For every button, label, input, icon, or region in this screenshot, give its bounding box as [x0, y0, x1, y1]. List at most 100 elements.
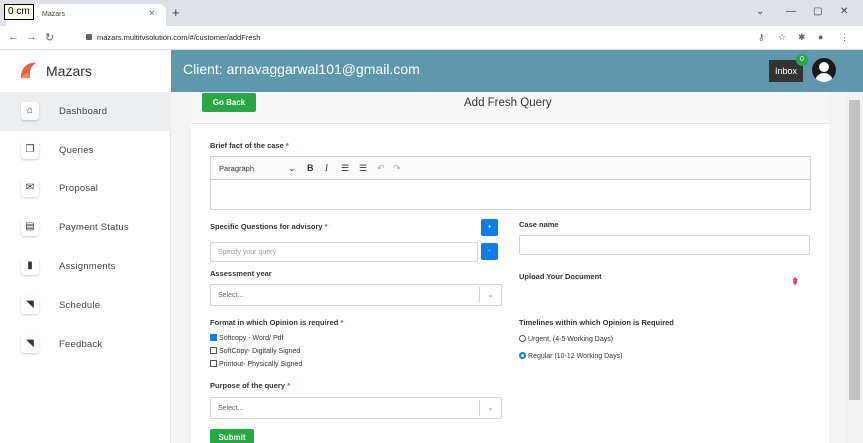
- sidebar-item-label: Feedback: [59, 339, 103, 350]
- sidebar-item-label: Proposal: [59, 183, 99, 194]
- timeline-option-regular[interactable]: Regular (10-12 Working Days): [519, 352, 622, 360]
- radio-selected[interactable]: [519, 352, 526, 359]
- avatar[interactable]: [812, 58, 836, 82]
- assessment-label: Assessment year: [210, 269, 272, 278]
- format-option-digital[interactable]: SoftCopy- Digitally Signed: [210, 347, 300, 355]
- timelines-label: Timelines within which Opinion is Requir…: [519, 318, 674, 327]
- numbered-list-icon[interactable]: ☰: [359, 163, 367, 174]
- radio[interactable]: [519, 335, 526, 342]
- block-style-select[interactable]: Paragraph: [219, 164, 254, 173]
- purpose-label-text: Purpose of the query: [210, 381, 286, 390]
- sidebar-item-dashboard[interactable]: ⌂ Dashboard: [0, 92, 171, 131]
- assessment-select[interactable]: Select... ⌄: [210, 284, 502, 306]
- checkbox[interactable]: [210, 347, 217, 354]
- upload-icon[interactable]: ⇞: [791, 277, 799, 288]
- checkbox[interactable]: [210, 360, 217, 367]
- remove-question-button[interactable]: -: [481, 243, 498, 260]
- tab-search-icon[interactable]: ⌄: [756, 6, 764, 17]
- sidebar-item-payment-status[interactable]: ▤ Payment Status: [0, 208, 171, 247]
- lock-icon: [86, 34, 92, 40]
- inbox-count-badge: 0: [796, 54, 808, 66]
- required-mark: *: [324, 222, 328, 231]
- questions-label: Specific Questions for advisory *: [210, 222, 328, 231]
- tab-close-icon[interactable]: ×: [149, 8, 155, 19]
- page-scrollbar[interactable]: [846, 92, 863, 443]
- editor-toolbar: Paragraph ⌄ B I ☰ ☰ ↶ ↷: [211, 157, 810, 180]
- italic-icon[interactable]: I: [325, 163, 328, 173]
- go-back-button[interactable]: Go Back: [202, 93, 256, 112]
- upload-label: Upload Your Document: [519, 272, 602, 281]
- home-icon: ⌂: [21, 102, 39, 120]
- brand[interactable]: Mazars: [0, 50, 171, 92]
- add-query-card: Go Back Add Fresh Query Brief fact of th…: [191, 92, 829, 443]
- mazars-logo-icon: [20, 62, 37, 79]
- sidebar-item-label: Assignments: [59, 261, 116, 272]
- client-email: Client: arnavaggarwal101@gmail.com: [183, 61, 420, 77]
- star-icon[interactable]: ☆: [778, 32, 786, 43]
- url-field[interactable]: mazars.multitvsolution.com/#/customer/ad…: [97, 33, 260, 42]
- file-solid-icon: ▮: [21, 257, 39, 275]
- ruler-label: 0 cm: [4, 4, 34, 20]
- format-option-printout[interactable]: Printout- Physically Signed: [210, 360, 302, 368]
- restore-button[interactable]: ▢: [813, 6, 822, 17]
- brief-editor[interactable]: Paragraph ⌄ B I ☰ ☰ ↶ ↷: [210, 156, 811, 210]
- menu-dots-icon[interactable]: ⋮: [840, 32, 849, 43]
- sidebar-item-queries[interactable]: ❐ Queries: [0, 131, 171, 170]
- file-icon: ▤: [21, 218, 39, 236]
- page-title: Add Fresh Query: [464, 97, 552, 109]
- profile-icon[interactable]: ●: [818, 32, 823, 42]
- purpose-select[interactable]: Select... ⌄: [210, 397, 502, 419]
- back-arrow-icon[interactable]: ←: [8, 31, 19, 43]
- scrollbar-thumb[interactable]: [849, 100, 860, 400]
- sidebar-item-assignments[interactable]: ▮ Assignments: [0, 247, 171, 286]
- timeline-option-label: Urgent, (4-5 Working Days): [528, 336, 614, 343]
- sidebar-item-label: Payment Status: [59, 222, 129, 233]
- question-input[interactable]: Specify your query: [210, 242, 478, 262]
- format-option-label: Printout- Physically Signed: [219, 361, 303, 368]
- timeline-option-label: Regular (10-12 Working Days): [528, 353, 623, 360]
- submit-button[interactable]: Submit: [210, 429, 254, 443]
- user-icon: [819, 62, 829, 72]
- bold-icon[interactable]: B: [307, 163, 314, 173]
- sidebar-item-schedule[interactable]: ◥ Schedule: [0, 286, 171, 325]
- required-mark: *: [285, 141, 289, 150]
- tab-title: Mazars: [42, 11, 65, 18]
- required-mark: *: [287, 381, 291, 390]
- sidebar-item-label: Schedule: [59, 300, 101, 311]
- chevron-down-icon: ⌄: [479, 400, 501, 416]
- sidebar-item-label: Dashboard: [59, 106, 108, 117]
- add-question-button[interactable]: +: [481, 219, 498, 236]
- minimize-button[interactable]: —: [786, 6, 796, 17]
- timeline-option-urgent[interactable]: Urgent, (4-5 Working Days): [519, 335, 613, 343]
- redo-icon[interactable]: ↷: [393, 163, 401, 174]
- chevron-down-icon: ⌄: [479, 287, 501, 303]
- envelope-icon: ✉: [21, 179, 39, 197]
- bullet-list-icon[interactable]: ☰: [341, 163, 349, 174]
- card-header: Go Back Add Fresh Query: [191, 92, 829, 124]
- sidebar-item-feedback[interactable]: ◥ Feedback: [0, 325, 171, 364]
- reload-icon[interactable]: ↻: [45, 31, 54, 44]
- forward-arrow-icon[interactable]: →: [26, 31, 37, 43]
- key-icon[interactable]: ⚷: [758, 32, 765, 43]
- extensions-icon[interactable]: ✱: [798, 32, 806, 43]
- rss-icon: ◥: [21, 335, 39, 353]
- sidebar-item-label: Queries: [59, 145, 94, 156]
- close-window-button[interactable]: ✕: [840, 6, 848, 17]
- format-label-text: Format in which Opinion is required: [210, 318, 339, 327]
- assessment-placeholder: Select...: [218, 292, 244, 299]
- address-bar: ← → ↻ mazars.multitvsolution.com/#/custo…: [0, 26, 863, 50]
- undo-icon[interactable]: ↶: [377, 163, 385, 174]
- case-name-label: Case name: [519, 220, 559, 229]
- sidebar-item-proposal[interactable]: ✉ Proposal: [0, 169, 171, 208]
- format-option-softcopy[interactable]: Softcopy - Word/ Pdf: [210, 334, 283, 342]
- sidebar: Mazars ⌂ Dashboard ❐ Queries ✉ Proposal …: [0, 50, 171, 443]
- main-content: Go Back Add Fresh Query Brief fact of th…: [171, 92, 846, 443]
- question-placeholder: Specify your query: [218, 249, 276, 256]
- chevron-down-icon[interactable]: ⌄: [288, 163, 296, 174]
- new-tab-button[interactable]: +: [172, 5, 180, 20]
- browser-tab-bar: Mazars × 0 cm + ⌄ — ▢ ✕: [0, 0, 863, 26]
- brief-label-text: Brief fact of the case: [210, 141, 284, 150]
- go-back-label: Go Back: [212, 98, 246, 107]
- case-name-input[interactable]: [519, 235, 810, 255]
- checkbox-checked[interactable]: [210, 334, 217, 341]
